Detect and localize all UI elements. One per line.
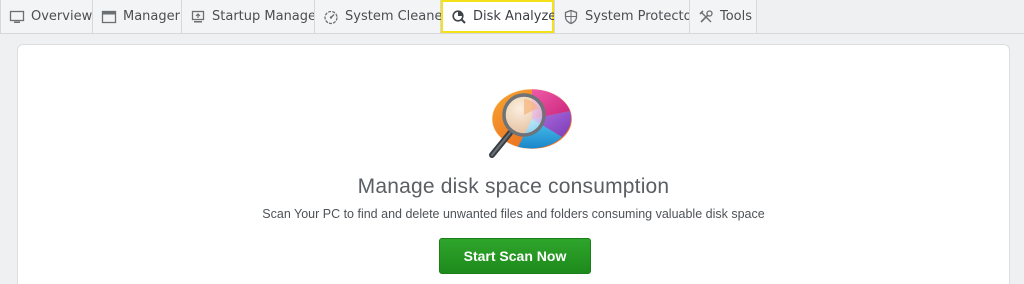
- tab-startup-manager[interactable]: Startup Manager: [181, 0, 321, 34]
- window-icon: [101, 9, 117, 25]
- tab-label: Manager: [123, 9, 180, 24]
- tab-label: Overview: [31, 9, 93, 24]
- tab-label: System Cleaner: [345, 9, 448, 24]
- tools-icon: [698, 9, 714, 25]
- tab-bar: Overview Manager Startup Manager System …: [0, 0, 1024, 34]
- tab-label: System Protector: [585, 9, 697, 24]
- disk-chart-magnifier-icon: [489, 88, 573, 158]
- page-title: Manage disk space consumption: [357, 175, 670, 198]
- gauge-icon: [323, 9, 339, 25]
- tab-system-cleaner[interactable]: System Cleaner: [314, 0, 448, 34]
- page-description: Scan Your PC to find and delete unwanted…: [262, 207, 765, 221]
- tab-overview[interactable]: Overview: [0, 0, 93, 34]
- disk-analyzer-panel: Manage disk space consumption Scan Your …: [17, 44, 1010, 284]
- tab-disk-analyzer[interactable]: Disk Analyzer: [441, 0, 562, 33]
- tab-manager[interactable]: Manager: [92, 0, 182, 34]
- tab-label: Tools: [720, 9, 753, 24]
- startup-icon: [190, 9, 206, 25]
- tab-label: Startup Manager: [212, 9, 322, 24]
- app-window: Overview Manager Startup Manager System …: [0, 0, 1024, 284]
- disk-analyzer-icon: [451, 9, 467, 25]
- tab-label: Disk Analyzer: [473, 9, 562, 24]
- tab-tools[interactable]: Tools: [689, 0, 757, 34]
- start-scan-button[interactable]: Start Scan Now: [439, 238, 591, 274]
- tab-system-protector[interactable]: System Protector: [554, 0, 697, 34]
- monitor-icon: [9, 9, 25, 25]
- shield-icon: [563, 9, 579, 25]
